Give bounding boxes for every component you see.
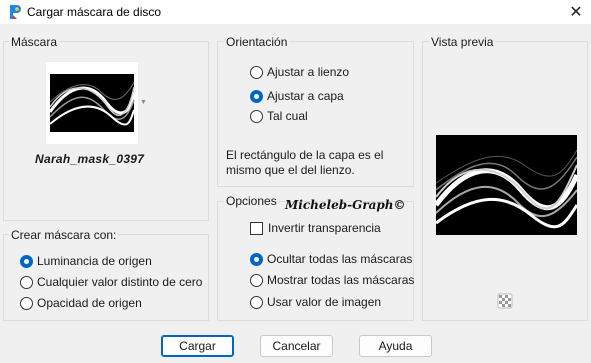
radio-fit-canvas-label: Ajustar a lienzo — [267, 65, 350, 79]
help-button[interactable]: Ayuda — [359, 335, 432, 357]
radio-source-luminance-button[interactable] — [20, 254, 33, 268]
radio-any-nonzero-button[interactable] — [20, 275, 33, 289]
window-title: Cargar máscara de disco — [27, 5, 162, 19]
mask-group-title: Máscara — [9, 35, 60, 49]
radio-use-image-value-label: Usar valor de imagen — [267, 295, 382, 309]
app-icon — [10, 5, 21, 19]
radio-as-is[interactable]: Tal cual — [250, 109, 308, 123]
watermark: Micheleb-Graph© — [285, 198, 406, 212]
radio-source-opacity[interactable]: Opacidad de origen — [20, 296, 142, 310]
radio-as-is-label: Tal cual — [267, 109, 308, 123]
radio-hide-all-masks-button[interactable] — [250, 252, 263, 266]
checkerboard-icon[interactable] — [497, 293, 513, 309]
radio-as-is-button[interactable] — [250, 109, 263, 123]
radio-source-opacity-label: Opacidad de origen — [37, 296, 142, 310]
radio-use-image-value-button[interactable] — [250, 295, 263, 309]
load-button[interactable]: Cargar — [161, 335, 234, 357]
radio-fit-layer-button[interactable] — [250, 89, 263, 103]
title-bar: Cargar máscara de disco ✕ — [0, 0, 591, 24]
create-mask-group-title: Crear máscara con: — [9, 228, 119, 242]
radio-use-image-value[interactable]: Usar valor de imagen — [250, 295, 381, 309]
mask-thumbnail[interactable] — [46, 62, 138, 144]
cancel-button[interactable]: Cancelar — [260, 335, 333, 357]
radio-source-luminance[interactable]: Luminancia de origen — [20, 254, 152, 268]
radio-source-opacity-button[interactable] — [20, 296, 33, 310]
radio-any-nonzero[interactable]: Cualquier valor distinto de cero — [20, 275, 202, 289]
options-group-title: Opciones — [224, 194, 279, 208]
orientation-description: El rectángulo de la capa es el mismo que… — [226, 148, 384, 177]
preview-waves — [434, 149, 580, 229]
radio-show-all-masks[interactable]: Mostrar todas las máscaras — [250, 273, 414, 287]
radio-fit-layer-label: Ajustar a capa — [267, 89, 344, 103]
radio-fit-layer[interactable]: Ajustar a capa — [250, 89, 344, 103]
radio-show-all-masks-button[interactable] — [250, 273, 263, 287]
orientation-group-title: Orientación — [224, 35, 290, 49]
close-icon: ✕ — [569, 4, 583, 21]
radio-hide-all-masks[interactable]: Ocultar todas las máscaras — [250, 252, 412, 266]
radio-source-luminance-label: Luminancia de origen — [37, 254, 152, 268]
dropdown-arrow-icon[interactable]: ▼ — [140, 99, 147, 106]
mask-name: Narah_mask_0397 — [35, 152, 145, 166]
radio-hide-all-masks-label: Ocultar todas las máscaras — [267, 252, 413, 266]
checkbox-invert-transparency-label: Invertir transparencia — [268, 221, 381, 235]
preview-image — [434, 135, 580, 235]
radio-fit-canvas[interactable]: Ajustar a lienzo — [250, 65, 349, 79]
mask-thumbnail-image — [48, 74, 136, 132]
preview-group-title: Vista previa — [429, 35, 496, 49]
radio-fit-canvas-button[interactable] — [250, 65, 263, 79]
checkbox-invert-transparency-box[interactable] — [250, 221, 263, 235]
close-button[interactable]: ✕ — [561, 0, 591, 24]
radio-any-nonzero-label: Cualquier valor distinto de cero — [37, 275, 203, 289]
checkbox-invert-transparency[interactable]: Invertir transparencia — [250, 221, 381, 235]
radio-show-all-masks-label: Mostrar todas las máscaras — [267, 273, 415, 287]
